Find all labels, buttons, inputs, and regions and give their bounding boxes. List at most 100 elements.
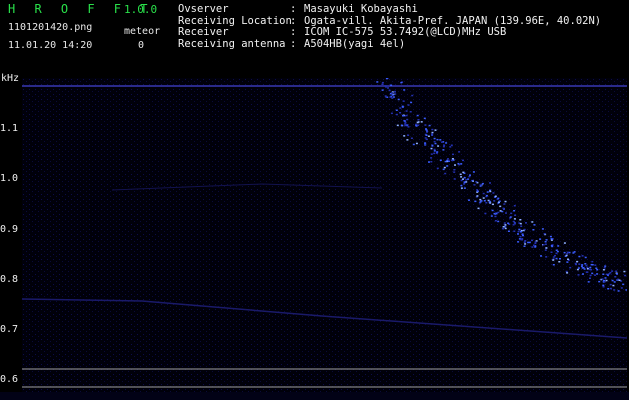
meteor-pixel	[539, 238, 542, 240]
meteor-pixel	[522, 234, 524, 237]
meteor-pixel	[471, 179, 474, 182]
meteor-pixel	[623, 270, 626, 273]
meteor-pixel	[463, 177, 466, 179]
meteor-pixel	[400, 81, 403, 84]
info-separator: :	[290, 3, 297, 15]
meteor-pixel	[620, 287, 623, 289]
meteor-pixel	[479, 198, 482, 201]
meteor-pixel	[445, 142, 448, 144]
meteor-pixel	[442, 149, 445, 151]
meteor-pixel	[405, 110, 408, 112]
meteor-pixel	[617, 290, 620, 292]
meteor-pixel	[604, 277, 607, 279]
meteor-pixel	[603, 267, 606, 269]
meteor-pixel	[485, 194, 488, 197]
meteor-pixel	[452, 153, 454, 156]
info-key: Receiving antenna	[178, 37, 286, 50]
meteor-pixel	[602, 269, 605, 271]
meteor-pixel	[389, 96, 392, 98]
meteor-pixel	[575, 263, 577, 266]
meteor-pixel	[609, 287, 612, 290]
meteor-pixel	[589, 277, 591, 279]
meteor-pixel	[514, 214, 517, 216]
meteor-pixel	[585, 264, 588, 267]
meteor-pixel	[520, 231, 522, 233]
meteor-pixel	[407, 126, 410, 128]
meteor-pixel	[450, 144, 453, 146]
meteor-pixel	[463, 187, 466, 189]
info-row-observer: Ovserver : Masayuki Kobayashi	[178, 3, 601, 16]
meteor-pixel	[523, 241, 526, 243]
meteor-pixel	[486, 191, 489, 193]
meteor-pixel	[410, 101, 413, 104]
meteor-pixel	[566, 272, 569, 274]
meteor-pixel	[554, 254, 556, 257]
info-value: A504HB(yagi 4el)	[304, 37, 406, 50]
meteor-pixel	[381, 83, 384, 86]
meteor-pixel	[458, 151, 461, 153]
meteor-pixel	[607, 274, 609, 276]
meteor-pixel	[602, 273, 605, 275]
meteor-pixel	[434, 142, 437, 145]
meteor-pixel	[489, 202, 492, 204]
meteor-pixel	[405, 114, 408, 117]
meteor-pixel	[444, 172, 447, 175]
meteor-pixel	[490, 215, 493, 217]
meteor-pixel	[497, 197, 500, 200]
meteor-pixel	[545, 256, 548, 258]
meteor-pixel	[400, 124, 403, 127]
meteor-pixel	[596, 269, 599, 271]
meteor-pixel	[502, 226, 505, 228]
meteor-pixel	[489, 190, 492, 193]
meteor-pixel	[399, 112, 402, 114]
spectrogram-plot	[22, 78, 627, 396]
info-separator: :	[290, 37, 297, 50]
meteor-pixel	[519, 238, 522, 241]
meteor-pixel	[550, 238, 553, 240]
meteor-pixel	[407, 134, 410, 136]
meteor-pixel	[430, 153, 433, 155]
meteor-pixel	[425, 138, 428, 141]
meteor-pixel	[505, 212, 507, 214]
meteor-pixel	[404, 121, 407, 124]
meteor-pixel	[550, 245, 553, 247]
meteor-pixel	[388, 89, 391, 92]
meteor-pixel	[503, 222, 506, 224]
meteor-pixel	[576, 268, 579, 271]
meteor-pixel	[403, 89, 406, 91]
meteor-pixel	[541, 228, 544, 230]
meteor-pixel	[523, 228, 526, 231]
meteor-pixel	[468, 199, 470, 201]
meteor-pixel	[425, 134, 428, 136]
meteor-pixel	[460, 184, 463, 187]
meteor-pixel	[460, 176, 463, 178]
meteor-pixel	[381, 81, 384, 84]
meteor-pixel	[402, 115, 404, 117]
meteor-pixel	[596, 273, 599, 275]
meteor-pixel	[430, 157, 433, 159]
meteor-pixel	[381, 89, 384, 91]
meteor-pixel	[609, 283, 612, 286]
meteor-pixel	[453, 169, 456, 171]
meteor-pixel	[428, 161, 430, 163]
meteor-pixel	[454, 164, 456, 166]
meteor-pixel	[544, 241, 547, 243]
meteor-pixel	[462, 171, 465, 174]
meteor-pixel	[442, 145, 445, 148]
meteor-pixel	[603, 281, 606, 283]
meteor-pixel	[477, 207, 480, 210]
app-version: 1.0.0	[124, 3, 158, 16]
meteor-pixel	[503, 203, 506, 205]
meteor-pixel	[524, 240, 527, 242]
y-tick-label: 0.9	[0, 224, 19, 235]
meteor-pixel	[507, 222, 510, 224]
meteor-pixel	[451, 158, 454, 160]
meteor-pixel	[489, 182, 491, 184]
meteor-pixel	[591, 264, 594, 266]
meteor-pixel	[581, 267, 584, 269]
meteor-pixel	[531, 239, 533, 242]
meteor-pixel	[569, 266, 572, 269]
meteor-pixel	[402, 100, 405, 102]
meteor-pixel	[430, 161, 433, 163]
meteor-pixel	[384, 85, 387, 87]
